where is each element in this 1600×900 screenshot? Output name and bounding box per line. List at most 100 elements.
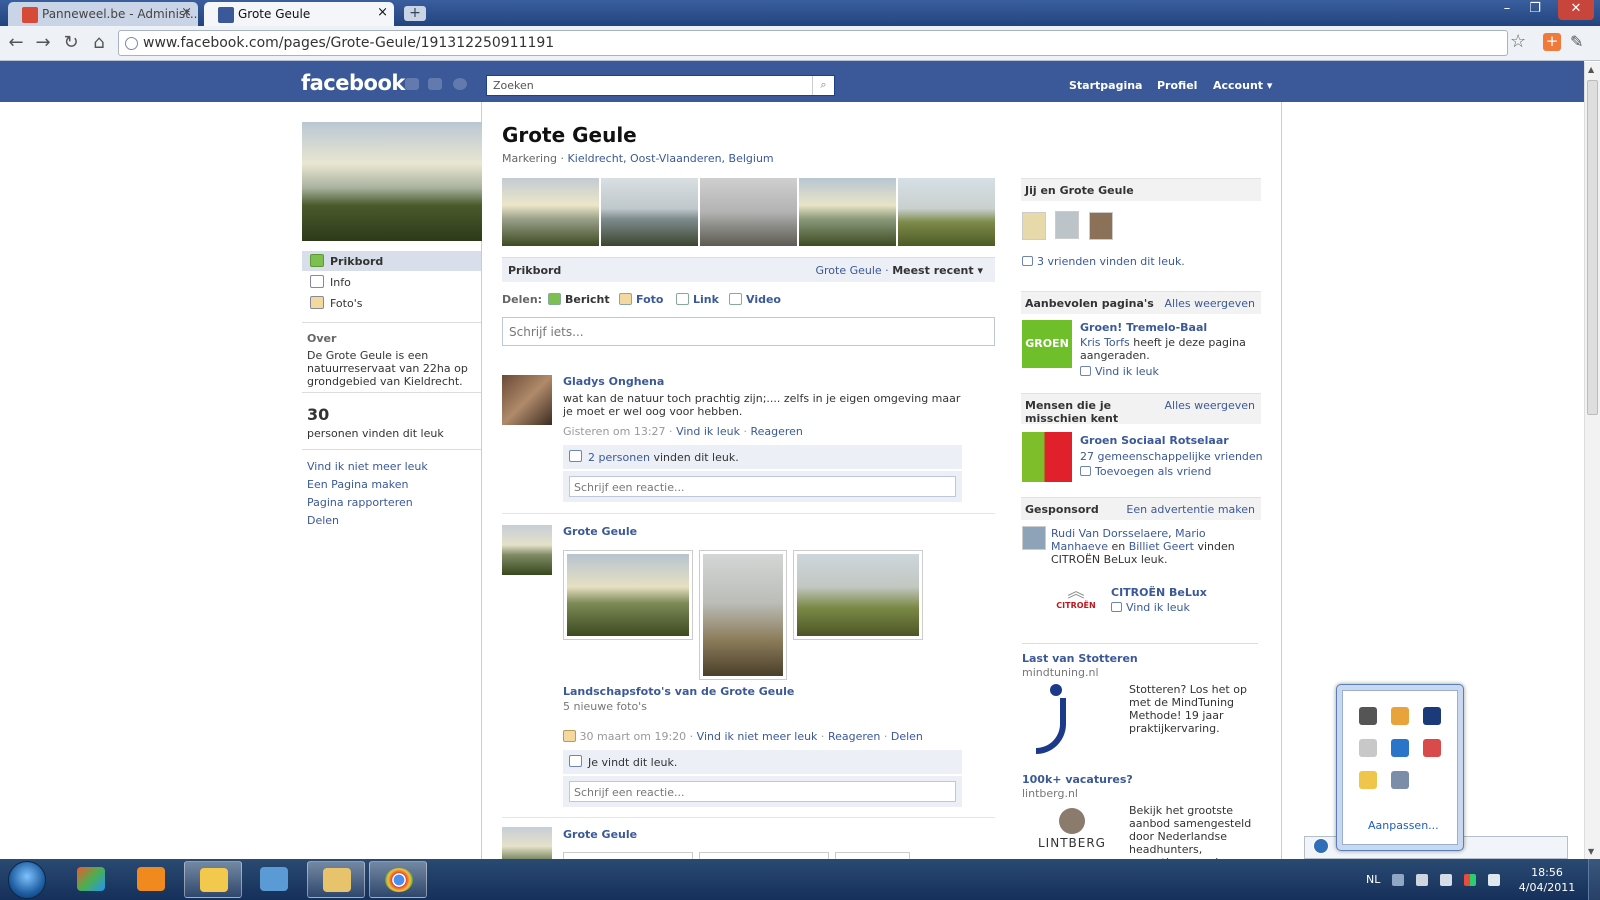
photo-strip-item[interactable] — [700, 178, 797, 246]
folder-tray-icon[interactable] — [1359, 771, 1377, 789]
recommended-page-name[interactable]: Groen! Tremelo-Baal — [1080, 321, 1207, 334]
like-page-button[interactable]: Vind ik leuk — [1080, 365, 1159, 378]
mindtuning-logo[interactable] — [1028, 684, 1078, 756]
sidebar-item-photos[interactable]: Foto's — [302, 293, 481, 313]
share-status-button[interactable]: Bericht — [548, 293, 610, 306]
wrench-menu-icon[interactable]: ✎ — [1570, 32, 1583, 51]
mutual-friends-link[interactable]: 27 gemeenschappelijke vrienden — [1080, 450, 1263, 463]
close-tab-icon[interactable]: × — [377, 5, 388, 20]
back-icon[interactable]: ← — [5, 32, 27, 54]
new-tab-button[interactable]: + — [404, 6, 426, 21]
show-desktop-button[interactable] — [1588, 859, 1600, 900]
wall-filter[interactable]: Grote Geule · Meest recent ▾ — [815, 264, 983, 277]
sidebar-item-info[interactable]: Info — [302, 272, 481, 292]
customize-link[interactable]: Aanpassen... — [1368, 819, 1439, 832]
post-author[interactable]: Gladys Onghena — [563, 375, 664, 388]
lintberg-logo[interactable]: LINTBERG — [1026, 808, 1118, 854]
page-profile-picture[interactable] — [302, 122, 482, 241]
album-photo[interactable] — [563, 550, 693, 640]
scroll-thumb[interactable] — [1587, 80, 1598, 415]
photo-strip-item[interactable] — [502, 178, 599, 246]
sponsor-name[interactable]: CITROËN BeLux — [1111, 586, 1207, 599]
share-link[interactable]: Delen — [307, 514, 339, 527]
post-time[interactable]: 30 maart om 19:20 — [580, 730, 687, 743]
nav-profile[interactable]: Profiel — [1157, 79, 1197, 92]
share-video-button[interactable]: Video — [729, 293, 781, 306]
comment-input[interactable]: Schrijf een reactie... — [569, 781, 956, 802]
wall-filter-name[interactable]: Grote Geule — [815, 264, 881, 277]
address-bar[interactable]: www.facebook.com/pages/Grote-Geule/19131… — [118, 30, 1508, 56]
lock-tray-icon[interactable] — [1391, 707, 1409, 725]
friends-like-link[interactable]: 3 vrienden vinden dit leuk. — [1022, 255, 1185, 268]
search-input[interactable]: Zoeken ⌕ — [486, 75, 835, 96]
security-tray-icon[interactable] — [1423, 739, 1441, 757]
nav-account[interactable]: Account ▾ — [1213, 79, 1272, 92]
ad-title[interactable]: Last van Stotteren — [1022, 652, 1138, 665]
photo-strip-item[interactable] — [799, 178, 896, 246]
taskbar-app[interactable] — [62, 861, 120, 898]
album-photo[interactable] — [699, 852, 829, 859]
report-page-link[interactable]: Pagina rapporteren — [307, 496, 413, 509]
display-tray-icon[interactable] — [1423, 707, 1441, 725]
friend-link[interactable]: Billiet Geert — [1129, 540, 1194, 553]
scroll-down-icon[interactable]: ▼ — [1588, 847, 1594, 856]
photo-strip-item[interactable] — [898, 178, 995, 246]
page-location[interactable]: Kieldrecht, Oost-Vlaanderen, Belgium — [568, 152, 774, 165]
post-author[interactable]: Grote Geule — [563, 828, 637, 841]
clock[interactable]: 18:56 4/04/2011 — [1512, 865, 1582, 895]
home-icon[interactable]: ⌂ — [88, 32, 110, 54]
page-scrollbar[interactable]: ▲ ▼ — [1584, 62, 1600, 859]
status-composer-input[interactable]: Schrijf iets... — [502, 317, 995, 346]
album-photo[interactable] — [835, 852, 910, 859]
like-sponsor-button[interactable]: Vind ik leuk — [1111, 601, 1190, 614]
album-photo[interactable] — [793, 550, 923, 640]
signal-icon[interactable] — [1440, 874, 1452, 886]
photo-strip-item[interactable] — [601, 178, 698, 246]
share-photo-button[interactable]: Foto — [619, 293, 663, 306]
album-photo[interactable] — [699, 550, 787, 680]
recommender-link[interactable]: Kris Torfs — [1080, 336, 1130, 349]
taskbar-app[interactable] — [184, 861, 242, 898]
comment-input[interactable]: Schrijf een reactie... — [569, 476, 956, 497]
comment-action[interactable]: Reageren — [828, 730, 880, 743]
post-time[interactable]: Gisteren om 13:27 — [563, 425, 666, 438]
facebook-logo[interactable]: facebook — [301, 71, 405, 95]
taskbar-app[interactable] — [122, 861, 180, 898]
like-action[interactable]: Vind ik leuk — [676, 425, 740, 438]
action-center-icon[interactable] — [1464, 874, 1476, 886]
post-author[interactable]: Grote Geule — [563, 525, 637, 538]
messages-icon[interactable] — [428, 78, 442, 90]
citroen-logo[interactable]: ︽ CITROËN — [1048, 583, 1104, 617]
unlike-link[interactable]: Vind ik niet meer leuk — [307, 460, 428, 473]
suggested-person-name[interactable]: Groen Sociaal Rotselaar — [1080, 434, 1229, 447]
create-ad-link[interactable]: Een advertentie maken — [1126, 503, 1255, 516]
scroll-up-icon[interactable]: ▲ — [1588, 65, 1594, 74]
minimize-button[interactable]: – — [1494, 0, 1520, 20]
reload-icon[interactable]: ↻ — [60, 32, 82, 54]
taskbar-app-chrome[interactable] — [369, 861, 427, 898]
volume-icon[interactable] — [1488, 874, 1500, 886]
tray-expand-icon[interactable] — [1392, 874, 1404, 886]
restore-button[interactable]: ❐ — [1522, 0, 1548, 20]
taskbar-app[interactable] — [307, 861, 365, 898]
add-friend-button[interactable]: Toevoegen als vriend — [1080, 465, 1211, 478]
sidebar-item-wall[interactable]: Prikbord — [302, 251, 481, 271]
extension-plus-icon[interactable]: + — [1543, 33, 1561, 51]
monitor-tray-icon[interactable] — [1359, 707, 1377, 725]
taskbar-app[interactable] — [245, 861, 303, 898]
see-all-link[interactable]: Alles weergeven — [1165, 297, 1256, 310]
album-photo[interactable] — [563, 852, 693, 859]
avatar[interactable] — [502, 827, 552, 859]
groen-sociaal-avatar[interactable] — [1022, 432, 1072, 482]
unlike-action[interactable]: Vind ik niet meer leuk — [697, 730, 818, 743]
avatar[interactable] — [502, 375, 552, 425]
album-title[interactable]: Landschapsfoto's van de Grote Geule — [563, 685, 794, 698]
bookmark-star-icon[interactable]: ☆ — [1510, 31, 1526, 52]
network-globe-icon[interactable] — [1313, 838, 1329, 854]
clipboard-tray-icon[interactable] — [1359, 739, 1377, 757]
ad-title[interactable]: 100k+ vacatures? — [1022, 773, 1133, 786]
tab-grote-geule[interactable]: Grote Geule × — [204, 2, 394, 26]
likers-link[interactable]: 2 personen — [588, 451, 650, 464]
language-indicator[interactable]: NL — [1366, 873, 1380, 886]
avatar[interactable] — [502, 525, 552, 575]
